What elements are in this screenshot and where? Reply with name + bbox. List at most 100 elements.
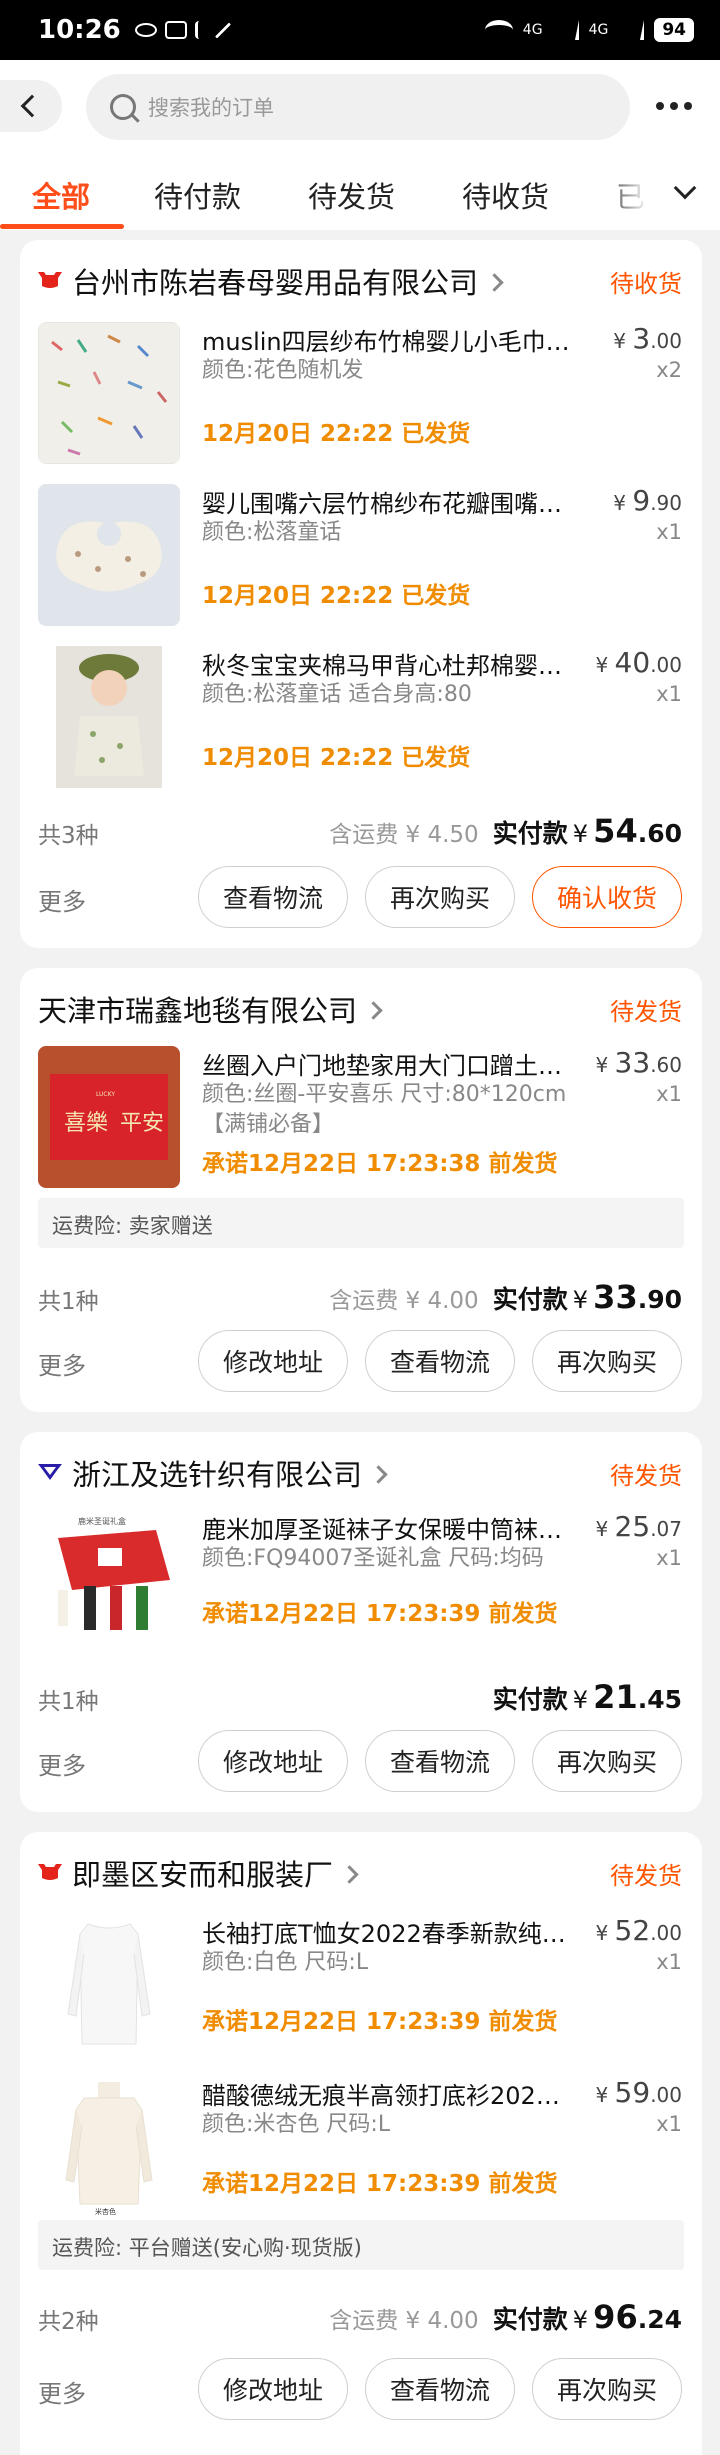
item-quantity: x2 <box>656 358 682 382</box>
item-spec: 颜色:FQ94007圣诞礼盒 尺码:均码 <box>202 1546 544 1571</box>
item-ship-status: 12月20日 22:22 已发货 <box>202 583 471 609</box>
item-title: 婴儿围嘴六层竹棉纱布花瓣围嘴口水巾 <box>202 490 572 518</box>
status-time: 10:26 <box>38 15 121 45</box>
tab-all[interactable]: 全部 <box>32 174 90 216</box>
item-count: 共1种 <box>38 1689 99 1715</box>
tab-pending-receipt[interactable]: 待收货 <box>462 174 549 216</box>
item-quantity: x1 <box>656 1082 682 1106</box>
tab-pending-shipment[interactable]: 待发货 <box>308 174 395 216</box>
more-options-icon[interactable] <box>656 102 692 110</box>
buy-again-button[interactable]: 再次购买 <box>532 1330 682 1392</box>
order-status: 待发货 <box>610 1862 682 1890</box>
order-actions: 更多 修改地址 查看物流 再次购买 <box>20 1330 702 1392</box>
item-title: muslin四层纱布竹棉婴儿小毛巾 纯棉口水巾 <box>202 328 572 356</box>
view-logistics-button[interactable]: 查看物流 <box>365 2358 515 2420</box>
mute-icon <box>214 21 231 39</box>
order-card: 天津市瑞鑫地毯有限公司 待发货 喜樂 平安 LUCKY 丝圈入户门地垫家用大门口… <box>20 968 702 1412</box>
paid-amount: 含运费 ¥ 4.00 实付款 ¥ 96.24 <box>329 2298 682 2336</box>
shop-row[interactable]: 台州市陈岩春母婴用品有限公司 待收货 <box>20 240 702 320</box>
modify-address-button[interactable]: 修改地址 <box>198 1330 348 1392</box>
item-ship-status: 承诺12月22日 17:23:39 前发货 <box>202 1601 558 1627</box>
more-link[interactable]: 更多 <box>38 1746 86 1781</box>
order-card: 即墨区安而和服装厂 待发货 长袖打底T恤女2022春季新款纯色内搭上衣 颜色:白… <box>20 1832 702 2455</box>
shop-row[interactable]: 浙江及选针织有限公司 待发货 <box>20 1432 702 1512</box>
wifi-icon <box>484 20 513 40</box>
item-price: ¥ 40.00 <box>595 646 682 679</box>
shop-name: 即墨区安而和服装厂 <box>72 1852 359 1894</box>
eye-icon <box>134 23 157 37</box>
modify-address-button[interactable]: 修改地址 <box>198 2358 348 2420</box>
status-bar: 10:26 4G 4G 94 <box>0 0 720 60</box>
shop-row[interactable]: 天津市瑞鑫地毯有限公司 待发货 <box>20 968 702 1048</box>
shop-name: 天津市瑞鑫地毯有限公司 <box>38 988 383 1030</box>
item-count: 共1种 <box>38 1289 99 1315</box>
item-price: ¥ 9.90 <box>613 484 682 517</box>
item-title: 鹿米加厚圣诞袜子女保暖中筒袜礼盒装 <box>202 1516 572 1544</box>
view-logistics-button[interactable]: 查看物流 <box>365 1330 515 1392</box>
chevron-right-icon <box>369 1464 388 1484</box>
order-summary: 共3种 含运费 ¥ 4.50 实付款 ¥ 54.60 <box>20 812 702 852</box>
item-price: ¥ 3.00 <box>613 322 682 355</box>
svg-text:平安: 平安 <box>120 1111 164 1136</box>
order-actions: 更多 修改地址 查看物流 再次购买 <box>20 2358 702 2420</box>
item-ship-status: 承诺12月22日 17:23:39 前发货 <box>202 2009 558 2035</box>
item-price: ¥ 33.60 <box>595 1046 682 1079</box>
svg-text:米杏色: 米杏色 <box>95 2207 116 2216</box>
tmall-logo-icon <box>38 272 62 288</box>
more-link[interactable]: 更多 <box>38 882 86 917</box>
shipping-insurance: 运费险: 平台赠送(安心购·现货版) <box>38 2220 684 2270</box>
item-ship-status: 12月20日 22:22 已发货 <box>202 421 471 447</box>
network-label-1: 4G <box>522 22 543 38</box>
search-placeholder: 搜索我的订单 <box>148 96 274 120</box>
product-image <box>38 646 180 788</box>
order-status: 待发货 <box>610 1462 682 1490</box>
shop-badge-icon <box>38 1464 62 1480</box>
notification-icons <box>134 21 233 39</box>
signal-icon <box>553 20 579 40</box>
product-image <box>38 1914 180 2056</box>
bluetooth-icon <box>194 21 205 39</box>
order-summary: 共2种 含运费 ¥ 4.00 实付款 ¥ 96.24 <box>20 2298 702 2338</box>
view-logistics-button[interactable]: 查看物流 <box>365 1730 515 1792</box>
more-link[interactable]: 更多 <box>38 2374 86 2409</box>
buy-again-button[interactable]: 再次购买 <box>532 1730 682 1792</box>
back-icon <box>20 94 44 118</box>
order-summary: 共1种 实付款 ¥ 21.45 <box>20 1678 702 1718</box>
item-quantity: x1 <box>656 1546 682 1570</box>
shop-row[interactable]: 即墨区安而和服装厂 待发货 <box>20 1832 702 1912</box>
item-price: ¥ 25.07 <box>595 1510 682 1543</box>
item-count: 共3种 <box>38 823 99 849</box>
order-actions: 更多 查看物流 再次购买 确认收货 <box>20 866 702 928</box>
back-button[interactable] <box>0 80 62 132</box>
item-ship-status: 12月20日 22:22 已发货 <box>202 745 471 771</box>
paid-amount: 含运费 ¥ 4.00 实付款 ¥ 33.90 <box>329 1278 682 1316</box>
confirm-receipt-button[interactable]: 确认收货 <box>532 866 682 928</box>
header: 搜索我的订单 全部 待付款 待发货 待收货 已 <box>0 60 720 230</box>
more-link[interactable]: 更多 <box>38 1346 86 1381</box>
order-actions: 更多 修改地址 查看物流 再次购买 <box>20 1730 702 1792</box>
tab-pending-payment[interactable]: 待付款 <box>154 174 241 216</box>
order-card: 台州市陈岩春母婴用品有限公司 待收货 muslin四层纱布竹棉婴儿小毛巾 纯棉口… <box>20 240 702 948</box>
paid-amount: 实付款 ¥ 21.45 <box>492 1678 682 1716</box>
item-quantity: x1 <box>656 682 682 706</box>
search-icon <box>110 94 136 120</box>
buy-again-button[interactable]: 再次购买 <box>365 866 515 928</box>
chevron-right-icon <box>340 1864 359 1884</box>
svg-text:喜樂: 喜樂 <box>64 1111 108 1136</box>
item-spec: 颜色:丝圈-平安喜乐 尺寸:80*120cm【满铺必备】 <box>202 1082 567 1137</box>
item-ship-status: 承诺12月22日 17:23:38 前发货 <box>202 1151 558 1177</box>
nfc-icon <box>164 21 187 39</box>
view-logistics-button[interactable]: 查看物流 <box>198 866 348 928</box>
shop-name: 浙江及选针织有限公司 <box>72 1452 388 1494</box>
order-status: 待发货 <box>610 998 682 1026</box>
order-tabs: 全部 待付款 待发货 待收货 已 <box>0 160 720 230</box>
product-image: 鹿米圣诞礼盒 <box>38 1510 180 1652</box>
item-spec: 颜色:白色 尺码:L <box>202 1950 369 1975</box>
product-image: 喜樂 平安 LUCKY <box>38 1046 180 1188</box>
tab-active-indicator <box>0 224 124 229</box>
modify-address-button[interactable]: 修改地址 <box>198 1730 348 1792</box>
item-title: 秋冬宝宝夹棉马甲背心杜邦棉婴儿马夹 <box>202 652 572 680</box>
buy-again-button[interactable]: 再次购买 <box>532 2358 682 2420</box>
search-input[interactable]: 搜索我的订单 <box>86 74 630 140</box>
order-card: 浙江及选针织有限公司 待发货 鹿米圣诞礼盒 鹿米加厚圣诞袜子女保暖中筒袜礼盒装 … <box>20 1432 702 1812</box>
